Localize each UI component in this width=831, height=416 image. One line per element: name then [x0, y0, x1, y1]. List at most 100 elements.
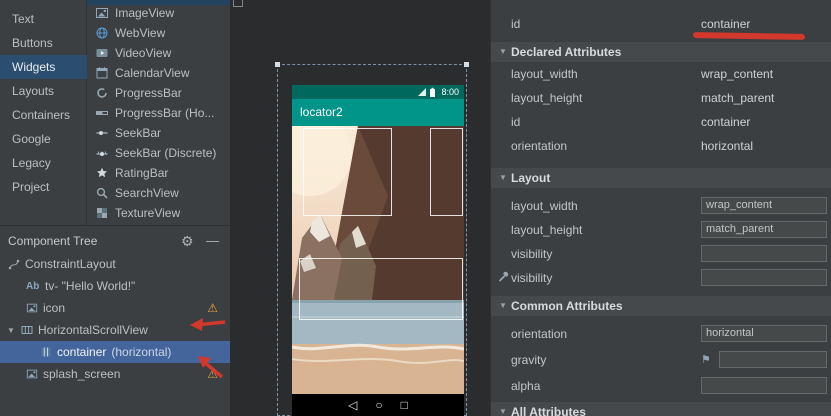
design-canvas[interactable]: 8:00 locator2 [230, 0, 490, 416]
palette-item-textureview[interactable]: TextureView [87, 203, 230, 223]
palette-item-searchview[interactable]: SearchView [87, 183, 230, 203]
resize-handle[interactable] [275, 62, 280, 67]
hide-panel-icon[interactable]: — [206, 229, 219, 253]
attribute-label: id [511, 110, 520, 134]
palette-category-buttons[interactable]: Buttons [0, 31, 87, 55]
attribute-row: layout_height match_parent [491, 218, 831, 242]
section-title: Common Attributes [511, 296, 623, 316]
section-title: Layout [511, 168, 550, 188]
palette-category-project[interactable]: Project [0, 175, 87, 199]
palette-item-seekbar-discrete[interactable]: SeekBar (Discrete) [87, 143, 230, 163]
palette-item-progressbar-horizontal[interactable]: ProgressBar (Ho... [87, 103, 230, 123]
attribute-label: orientation [511, 134, 567, 158]
attribute-label: layout_width [511, 62, 578, 86]
status-icons [418, 87, 438, 97]
flag-icon[interactable]: ⚑ [701, 348, 711, 372]
tree-item-label: tv- "Hello World!" [45, 279, 135, 293]
chevron-down-icon[interactable]: ▼ [6, 326, 16, 335]
palette-category-widgets[interactable]: Widgets [0, 55, 87, 79]
status-time: 8:00 [441, 87, 459, 97]
attribute-value[interactable]: container [701, 110, 750, 134]
palette-item-seekbar[interactable]: SeekBar [87, 123, 230, 143]
tree-item-label: HorizontalScrollView [38, 323, 148, 337]
attribute-row: layout_height match_parent [491, 86, 831, 110]
tree-item-constraintlayout[interactable]: ConstraintLayout [0, 253, 230, 275]
gear-icon[interactable]: ⚙ [181, 229, 194, 253]
palette-category-legacy[interactable]: Legacy [0, 151, 87, 175]
imageview-icon [26, 302, 38, 314]
searchview-icon [95, 186, 109, 200]
palette-item-ratingbar[interactable]: RatingBar [87, 163, 230, 183]
imageview-bounds-outline [299, 258, 463, 320]
palette-widget-list: ImageView WebView VideoView CalendarView… [87, 0, 230, 225]
device-appbar: locator2 [292, 99, 464, 126]
progressbar-horizontal-icon [95, 106, 109, 120]
tree-item-container[interactable]: container (horizontal) [0, 341, 230, 363]
progressbar-icon [95, 86, 109, 100]
palette-item-label: WebView [115, 26, 165, 40]
palette-item-label: RatingBar [115, 166, 168, 180]
nav-back-icon[interactable]: ◁ [348, 398, 357, 412]
nav-home-icon[interactable]: ○ [375, 398, 382, 412]
attribute-value[interactable]: horizontal [701, 134, 753, 158]
attribute-row: alpha [491, 374, 831, 398]
section-header-common-attributes[interactable]: ▼ Common Attributes [491, 296, 831, 316]
attribute-row: orientation horizontal [491, 134, 831, 158]
section-header-declared-attributes[interactable]: ▼ Declared Attributes [491, 42, 831, 62]
orientation-combobox[interactable]: horizontal [701, 325, 827, 342]
attribute-row: layout_width wrap_content [491, 194, 831, 218]
component-tree-panel: Component Tree ⚙ — ConstraintLayout Ab t… [0, 225, 230, 416]
palette-item-label: TextureView [115, 206, 180, 220]
attribute-row: gravity ⚑ [491, 348, 831, 372]
palette-item-videoview[interactable]: VideoView [87, 43, 230, 63]
tree-item-label: ConstraintLayout [25, 257, 116, 271]
section-header-layout[interactable]: ▼ Layout [491, 168, 831, 188]
attribute-label: id [511, 12, 520, 36]
attribute-label: alpha [511, 374, 540, 398]
textview-icon: Ab [26, 281, 40, 292]
tree-item-horizontalscrollview[interactable]: ▼ HorizontalScrollView [0, 319, 230, 341]
layout-width-combobox[interactable]: wrap_content [701, 197, 827, 214]
ratingbar-icon [95, 166, 109, 180]
component-tree-title: Component Tree [8, 229, 97, 253]
device-photo [292, 126, 464, 394]
device-preview[interactable]: 8:00 locator2 [292, 85, 464, 416]
imageview-bounds-outline [303, 128, 392, 216]
nav-recents-icon[interactable]: □ [401, 398, 408, 412]
videoview-icon [95, 46, 109, 60]
section-title: All Attributes [511, 402, 586, 416]
tree-item-suffix: (horizontal) [111, 345, 171, 359]
tree-item-label: splash_screen [43, 367, 120, 381]
palette-item-calendarview[interactable]: CalendarView [87, 63, 230, 83]
visibility-combobox[interactable] [701, 245, 827, 262]
palette-item-label: SearchView [115, 186, 179, 200]
palette-category-layouts[interactable]: Layouts [0, 79, 87, 103]
palette-category-google[interactable]: Google [0, 127, 87, 151]
resize-handle[interactable] [464, 62, 469, 67]
palette-item-webview[interactable]: WebView [87, 23, 230, 43]
gravity-field[interactable] [719, 351, 827, 368]
attribute-label: layout_height [511, 218, 582, 242]
palette-item-label: ProgressBar [115, 86, 182, 100]
palette-item-imageview[interactable]: ImageView [87, 3, 230, 23]
palette-category-text[interactable]: Text [0, 7, 87, 31]
tree-item-textview[interactable]: Ab tv- "Hello World!" [0, 275, 230, 297]
tree-item-splash-screen[interactable]: splash_screen ⚠ [0, 363, 230, 385]
attribute-label: gravity [511, 348, 546, 372]
tools-visibility-combobox[interactable] [701, 269, 827, 286]
linearlayout-horizontal-icon [40, 346, 52, 358]
palette-category-containers[interactable]: Containers [0, 103, 87, 127]
palette-item-progressbar[interactable]: ProgressBar [87, 83, 230, 103]
attribute-label: layout_height [511, 86, 582, 110]
attribute-value[interactable]: match_parent [701, 86, 774, 110]
calendarview-icon [95, 66, 109, 80]
warning-icon: ⚠ [207, 367, 230, 381]
layout-height-combobox[interactable]: match_parent [701, 221, 827, 238]
section-title: Declared Attributes [511, 42, 621, 62]
attribute-row: visibility [491, 242, 831, 266]
attribute-value[interactable]: wrap_content [701, 62, 773, 86]
tree-item-icon[interactable]: icon ⚠ [0, 297, 230, 319]
imageview-icon [95, 6, 109, 20]
section-header-all-attributes[interactable]: ▼ All Attributes [491, 402, 831, 416]
alpha-field[interactable] [701, 377, 827, 394]
